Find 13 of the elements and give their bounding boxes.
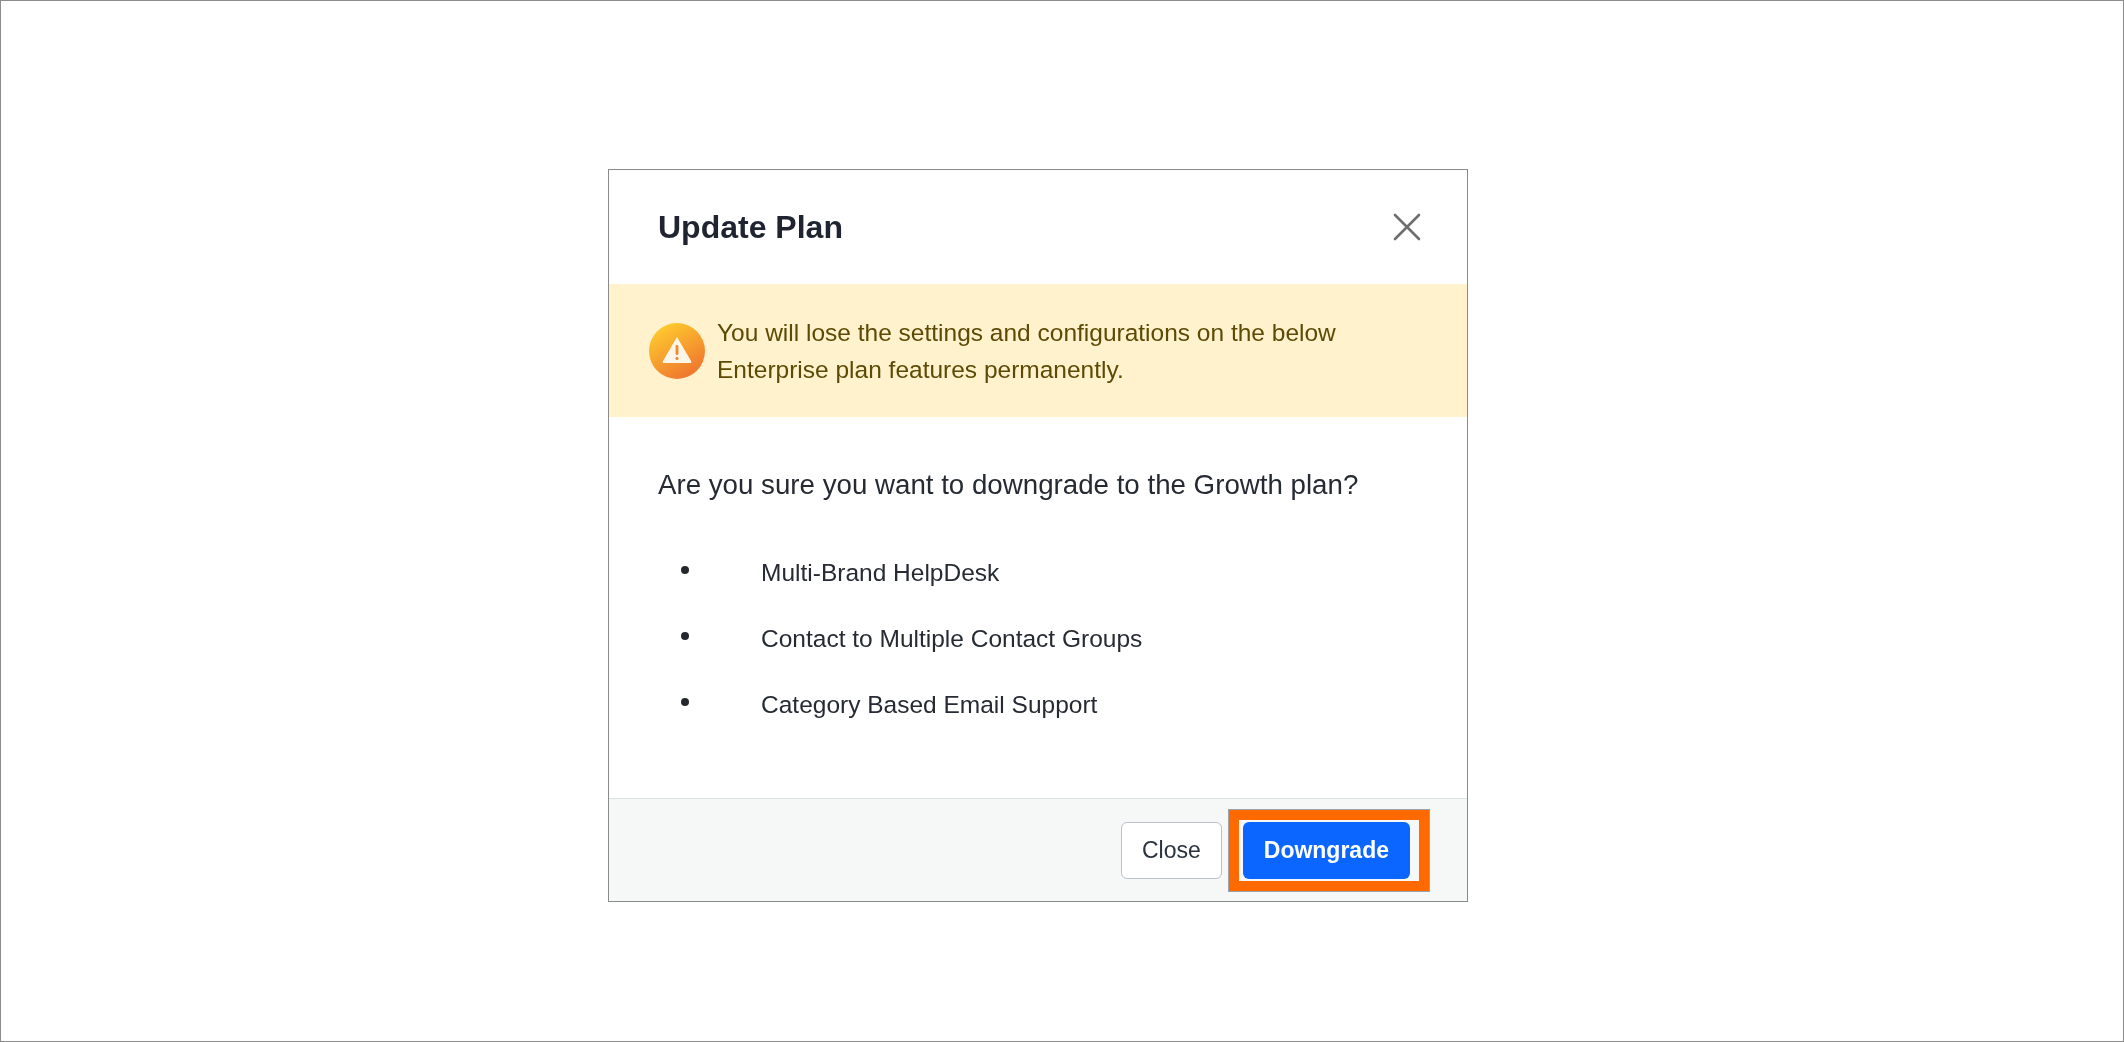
- confirm-question: Are you sure you want to downgrade to the Growth plan?: [658, 468, 1359, 502]
- warning-icon: [649, 322, 705, 379]
- warning-text: You will lose the settings and configurations on the below Enterprise plan features permanently.: [717, 317, 1337, 385]
- feature-item: Contact to Multiple Contact Groups: [761, 623, 1143, 654]
- feature-item: Category Based Email Support: [761, 689, 1098, 720]
- bullet-icon: [681, 566, 689, 574]
- feature-item: Multi-Brand HelpDesk: [761, 557, 1000, 588]
- bullet-icon: [681, 698, 689, 706]
- close-icon[interactable]: [1393, 213, 1421, 241]
- close-button[interactable]: Close: [1120, 821, 1222, 879]
- dialog-title: Update Plan: [658, 208, 843, 247]
- downgrade-button[interactable]: Downgrade: [1242, 821, 1410, 879]
- bullet-icon: [681, 632, 689, 640]
